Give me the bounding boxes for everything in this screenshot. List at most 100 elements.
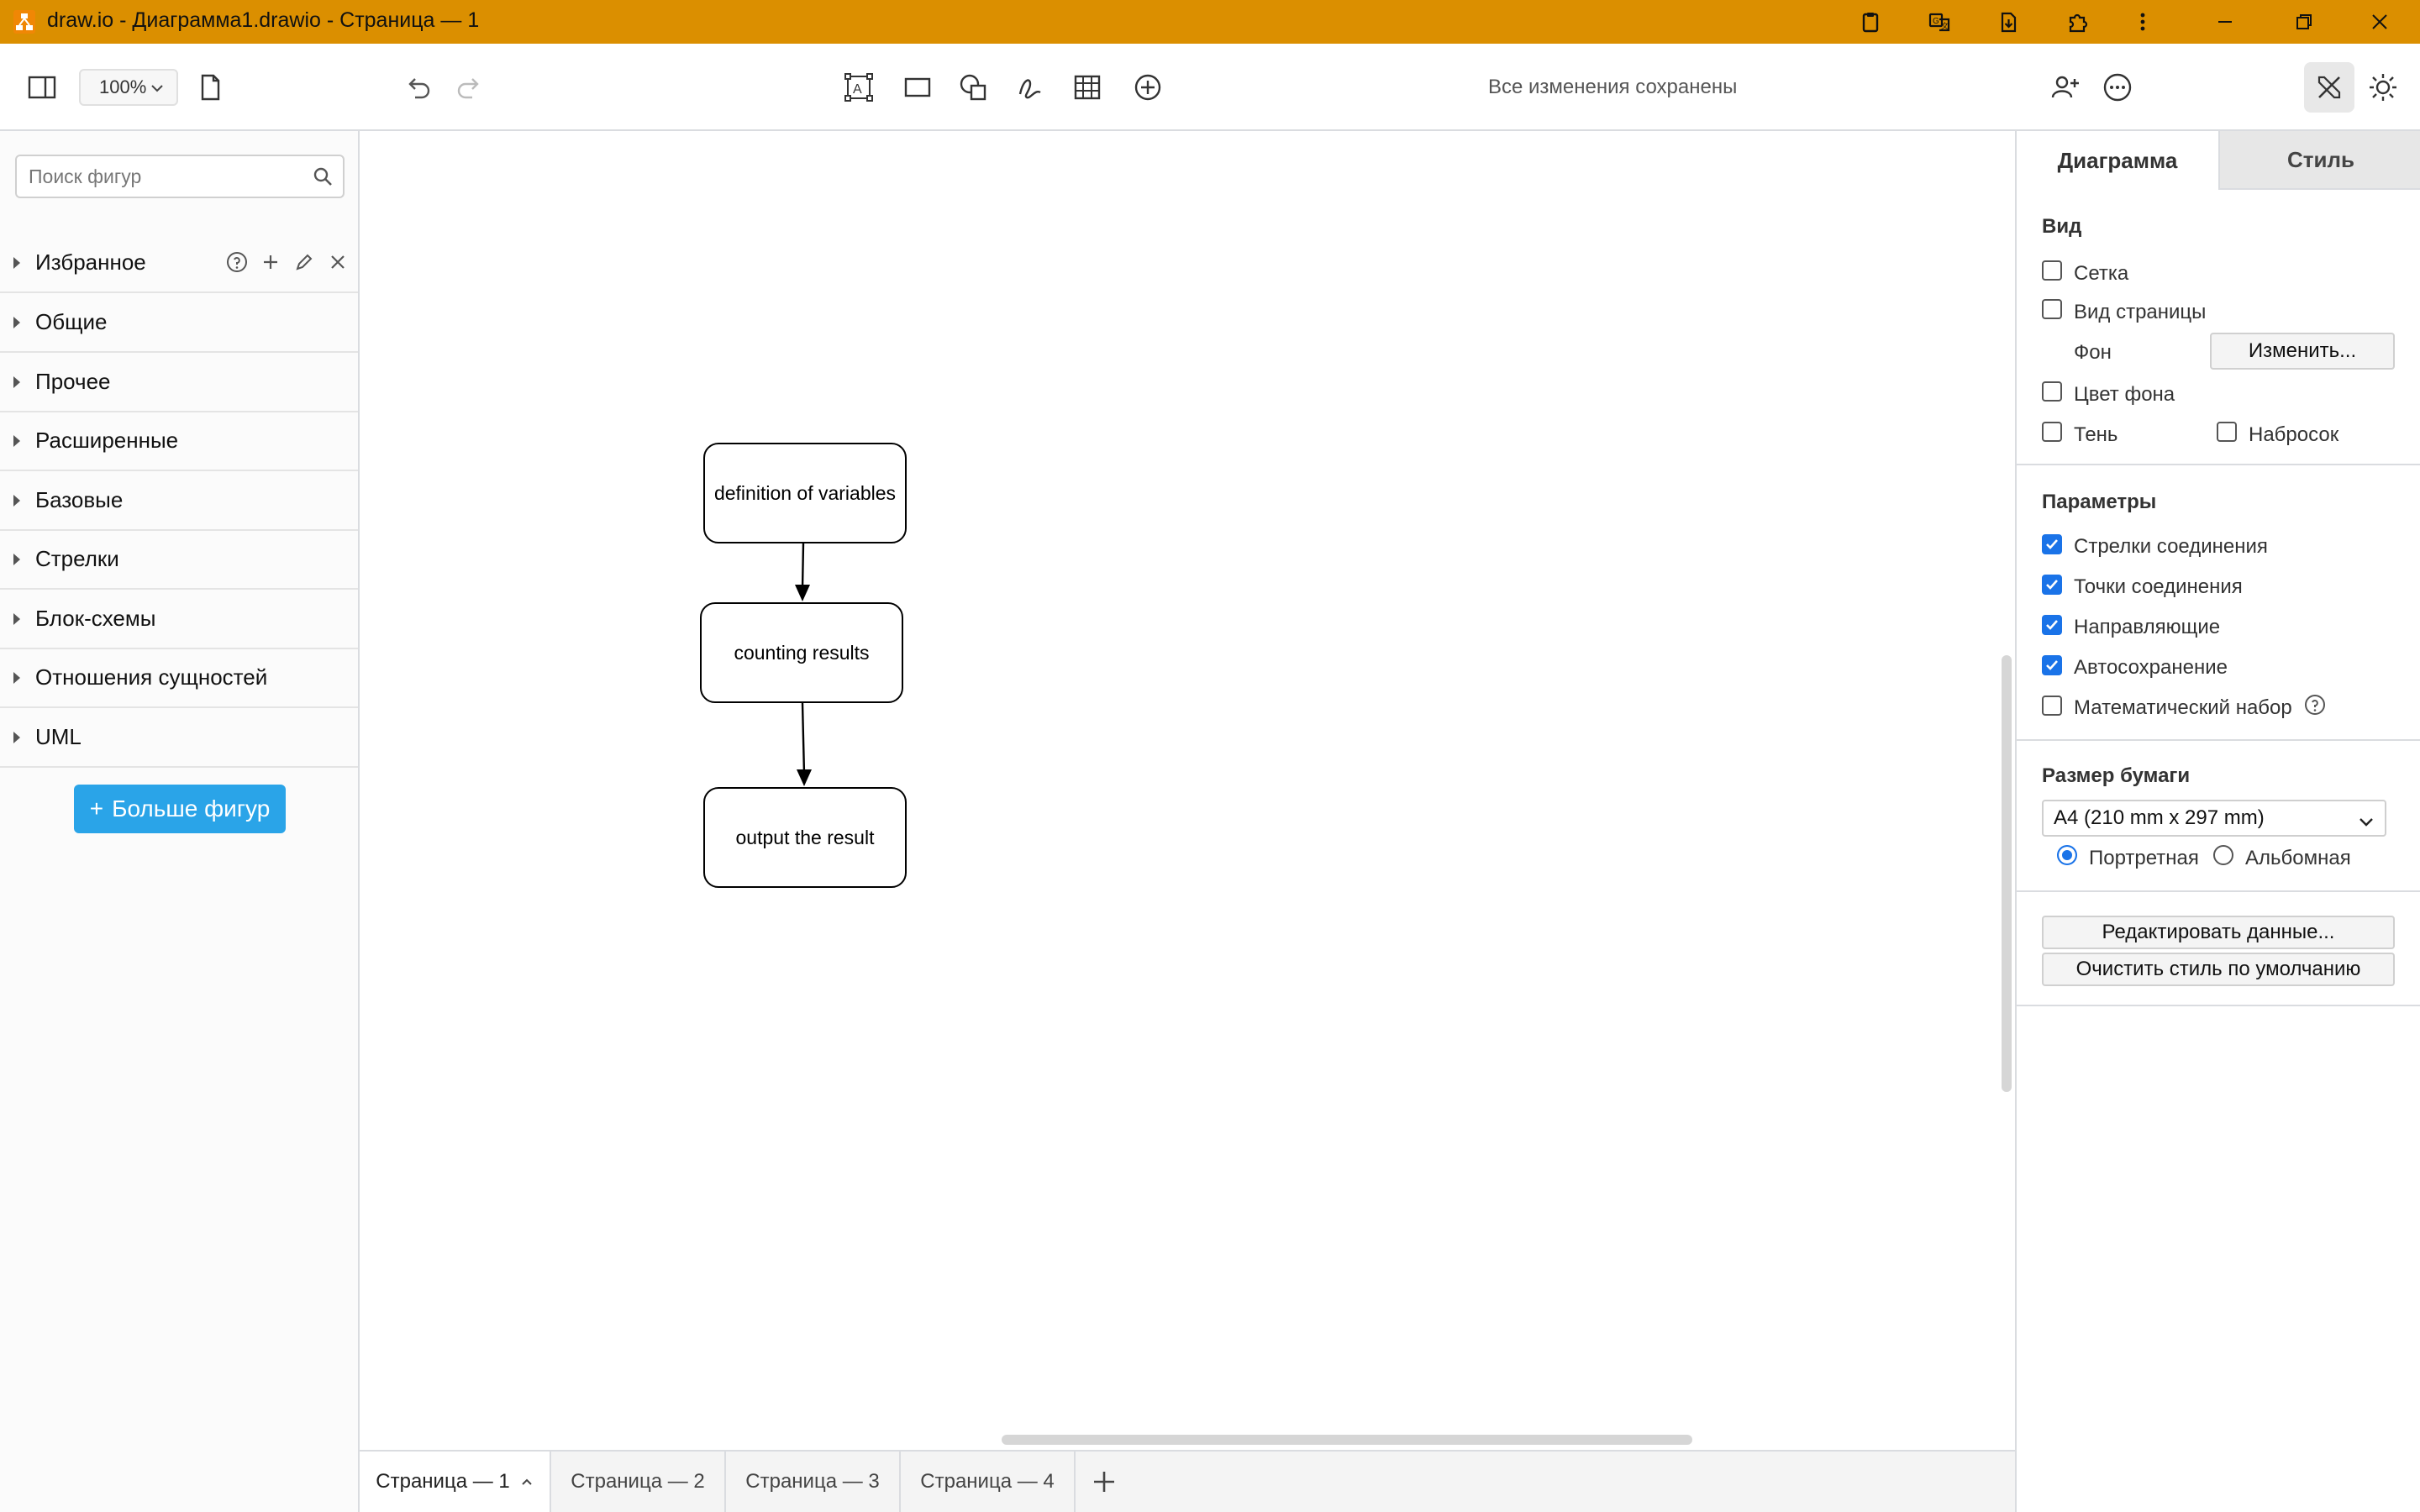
category-label: UML bbox=[35, 724, 82, 749]
diagram-canvas[interactable]: definition of variables counting results… bbox=[360, 131, 2015, 1450]
tab-label: Стиль bbox=[2287, 146, 2354, 172]
window-title: draw.io - Диаграмма1.drawio - Страница —… bbox=[47, 8, 480, 32]
theme-sun-icon[interactable] bbox=[2358, 62, 2408, 113]
download-file-icon[interactable] bbox=[1990, 5, 2027, 39]
divider bbox=[2017, 890, 2420, 892]
button-label: Очистить стиль по умолчанию bbox=[2075, 958, 2361, 980]
page-view-checkbox[interactable] bbox=[2042, 299, 2062, 319]
autosave-checkbox[interactable] bbox=[2042, 655, 2062, 675]
section-title-options: Параметры bbox=[2042, 491, 2157, 513]
help-icon[interactable] bbox=[224, 249, 250, 276]
edit-data-button[interactable]: Редактировать данные... bbox=[2042, 916, 2395, 949]
translate-icon[interactable]: G文 bbox=[1921, 5, 1958, 39]
guides-checkbox[interactable] bbox=[2042, 615, 2062, 635]
tab-label: Страница — 3 bbox=[745, 1470, 880, 1493]
background-color-checkbox[interactable] bbox=[2042, 381, 2062, 402]
checkmark-icon bbox=[2046, 620, 2058, 630]
search-input[interactable] bbox=[17, 156, 302, 197]
tab-style[interactable]: Стиль bbox=[2218, 131, 2420, 190]
undo-icon[interactable] bbox=[393, 62, 444, 113]
drawio-logo-icon bbox=[13, 10, 35, 34]
clear-default-style-button[interactable]: Очистить стиль по умолчанию bbox=[2042, 953, 2395, 986]
paper-size-select[interactable]: A4 (210 mm x 297 mm) bbox=[2042, 800, 2386, 837]
section-title-paper-size: Размер бумаги bbox=[2042, 764, 2191, 787]
page-icon[interactable] bbox=[185, 62, 235, 113]
math-typesetting-label: Математический набор bbox=[2074, 696, 2292, 719]
more-options-icon[interactable] bbox=[2092, 62, 2143, 113]
tab-page-1[interactable]: Страница — 1 bbox=[360, 1452, 551, 1512]
table-tool-icon[interactable] bbox=[1062, 62, 1113, 113]
category-entity-relation[interactable]: Отношения сущностей bbox=[0, 648, 358, 708]
extensions-icon[interactable] bbox=[2059, 5, 2096, 39]
shadow-label: Тень bbox=[2074, 423, 2118, 446]
freehand-tool-icon[interactable] bbox=[1005, 62, 1055, 113]
minimize-icon[interactable] bbox=[2207, 5, 2244, 39]
change-background-button[interactable]: Изменить... bbox=[2210, 333, 2395, 370]
category-label: Прочее bbox=[35, 369, 111, 394]
sketch-checkbox[interactable] bbox=[2217, 422, 2237, 442]
page-view-label: Вид страницы bbox=[2074, 301, 2207, 323]
connection-arrows-label: Стрелки соединения bbox=[2074, 535, 2268, 558]
insert-add-icon[interactable] bbox=[1123, 62, 1173, 113]
add-icon[interactable] bbox=[257, 249, 284, 276]
add-page-icon[interactable] bbox=[1084, 1462, 1124, 1502]
expand-arrow-icon bbox=[13, 672, 20, 684]
svg-text:文: 文 bbox=[1941, 21, 1949, 30]
expand-arrow-icon bbox=[13, 554, 20, 565]
tab-page-2[interactable]: Страница — 2 bbox=[551, 1452, 726, 1512]
category-advanced[interactable]: Расширенные bbox=[0, 412, 358, 471]
category-misc[interactable]: Прочее bbox=[0, 353, 358, 412]
category-uml[interactable]: UML bbox=[0, 708, 358, 768]
background-label: Фон bbox=[2074, 341, 2112, 364]
redo-icon[interactable] bbox=[444, 62, 494, 113]
share-add-user-icon[interactable] bbox=[2040, 62, 2091, 113]
clipboard-icon[interactable] bbox=[1852, 5, 1889, 39]
category-favorites[interactable]: Избранное bbox=[0, 234, 358, 293]
text-tool-icon[interactable]: A bbox=[834, 62, 884, 113]
category-basic[interactable]: Базовые bbox=[0, 471, 358, 531]
math-typesetting-checkbox[interactable] bbox=[2042, 696, 2062, 716]
more-shapes-button[interactable]: + Больше фигур bbox=[74, 785, 286, 833]
category-arrows[interactable]: Стрелки bbox=[0, 530, 358, 590]
category-general[interactable]: Общие bbox=[0, 293, 358, 353]
vertical-scrollbar[interactable] bbox=[2002, 655, 2012, 1092]
expand-arrow-icon bbox=[13, 257, 20, 269]
search-icon[interactable] bbox=[311, 165, 334, 188]
tab-label: Страница — 4 bbox=[920, 1470, 1055, 1493]
format-tools-icon[interactable] bbox=[2304, 62, 2354, 113]
chevron-down-icon bbox=[2360, 818, 2373, 827]
grid-checkbox[interactable] bbox=[2042, 260, 2062, 281]
chevron-down-icon bbox=[151, 85, 163, 92]
tab-label: Страница — 1 bbox=[376, 1470, 510, 1493]
format-panel: Диаграмма Стиль Вид Сетка Вид страницы Ф… bbox=[2015, 131, 2420, 1512]
category-flowchart[interactable]: Блок-схемы bbox=[0, 590, 358, 649]
plus-icon: + bbox=[89, 795, 104, 822]
tab-page-3[interactable]: Страница — 3 bbox=[726, 1452, 901, 1512]
help-icon[interactable] bbox=[2304, 694, 2326, 716]
paper-size-value: A4 (210 mm x 297 mm) bbox=[2054, 806, 2265, 829]
shapes-tool-icon[interactable] bbox=[948, 62, 998, 113]
connection-arrows-checkbox[interactable] bbox=[2042, 534, 2062, 554]
restore-icon[interactable] bbox=[2286, 5, 2323, 39]
format-panel-toggle-icon[interactable] bbox=[17, 62, 67, 113]
expand-arrow-icon bbox=[13, 613, 20, 625]
connection-points-checkbox[interactable] bbox=[2042, 575, 2062, 595]
edit-pencil-icon[interactable] bbox=[291, 249, 318, 276]
rectangle-tool-icon[interactable] bbox=[892, 62, 943, 113]
expand-arrow-icon bbox=[13, 495, 20, 507]
tab-diagram[interactable]: Диаграмма bbox=[2017, 131, 2218, 190]
connector-arrow[interactable] bbox=[797, 702, 812, 786]
more-vertical-icon[interactable] bbox=[2124, 5, 2161, 39]
portrait-radio[interactable] bbox=[2057, 845, 2077, 865]
landscape-radio[interactable] bbox=[2213, 845, 2233, 865]
close-icon[interactable] bbox=[324, 249, 351, 276]
tab-page-4[interactable]: Страница — 4 bbox=[901, 1452, 1076, 1512]
background-color-label: Цвет фона bbox=[2074, 383, 2175, 406]
horizontal-scrollbar[interactable] bbox=[1002, 1435, 1692, 1445]
shadow-checkbox[interactable] bbox=[2042, 422, 2062, 442]
chevron-up-icon[interactable] bbox=[520, 1475, 534, 1488]
connector-arrow[interactable] bbox=[795, 543, 810, 601]
close-icon[interactable] bbox=[2361, 5, 2398, 39]
category-label: Стрелки bbox=[35, 546, 119, 571]
zoom-select[interactable]: 100% bbox=[79, 69, 178, 106]
